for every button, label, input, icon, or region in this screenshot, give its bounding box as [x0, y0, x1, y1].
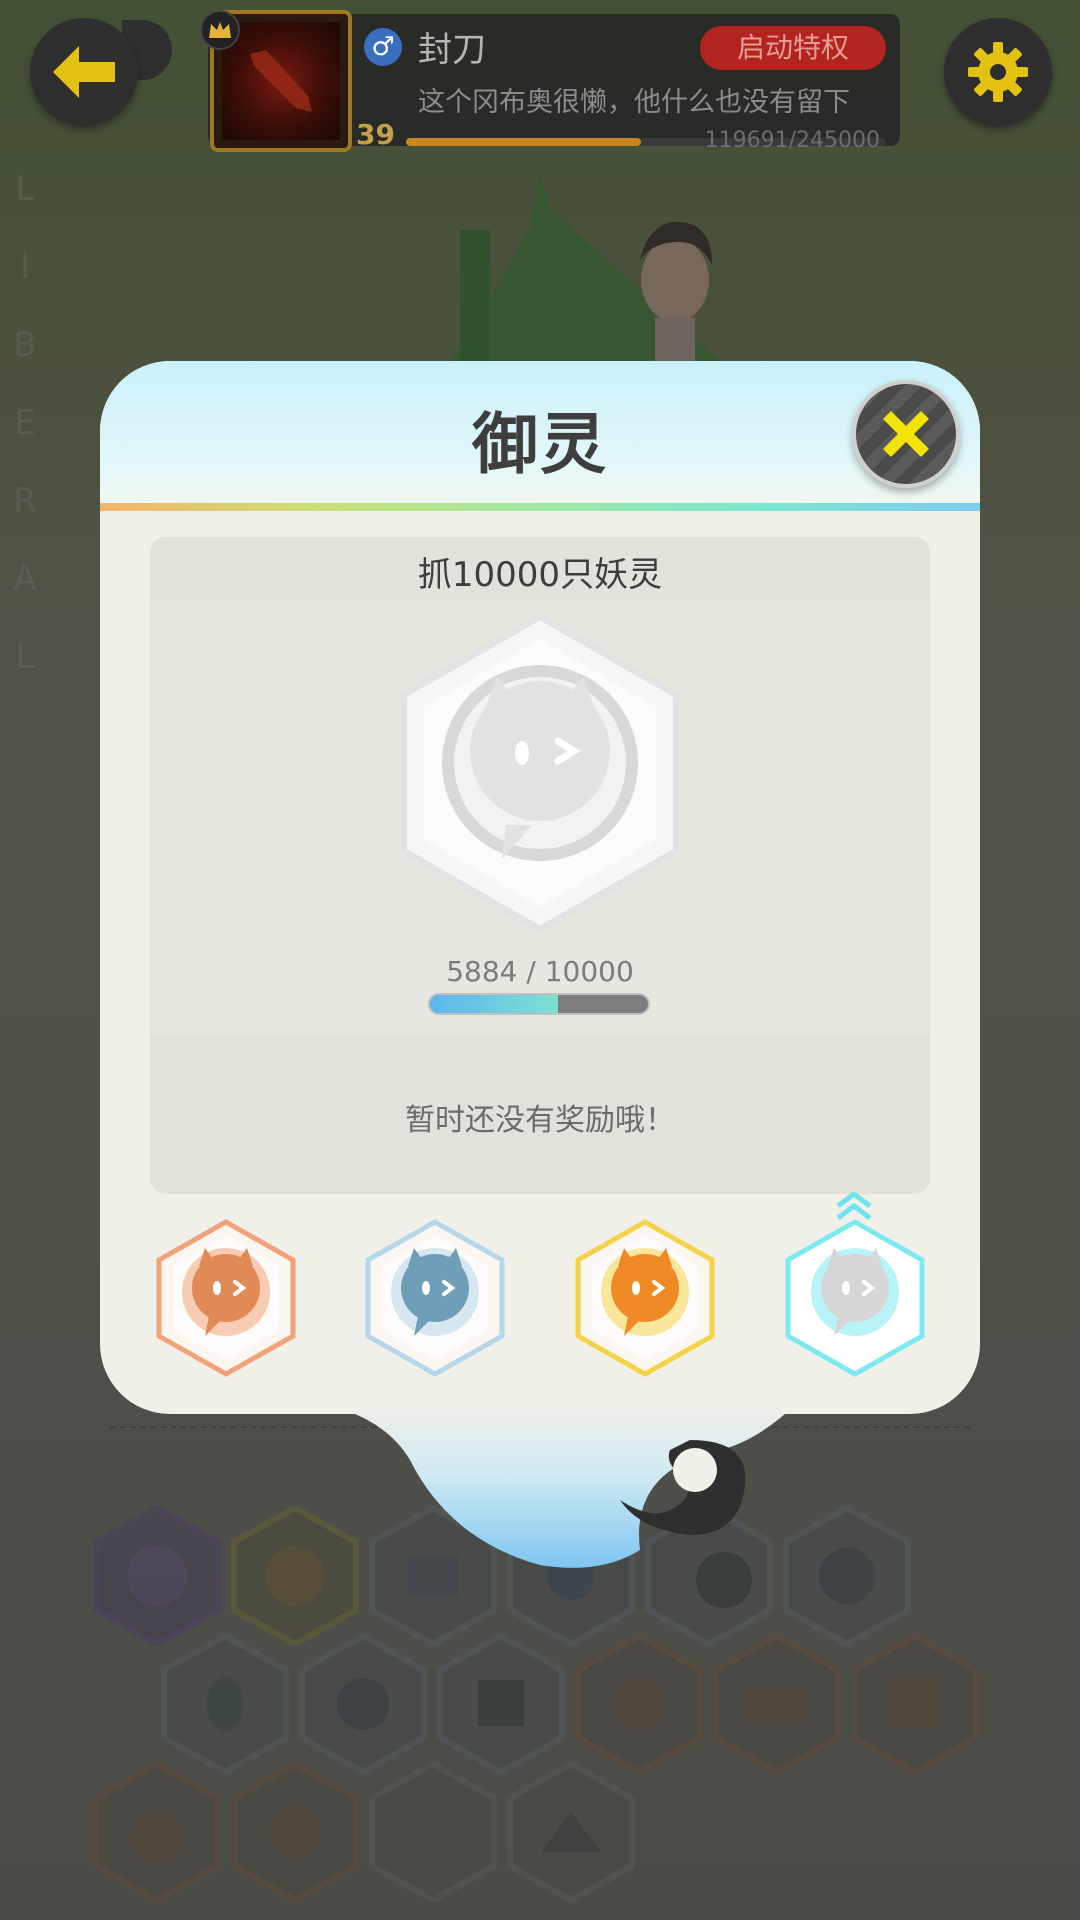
- reward-section: 暂时还没有奖励哦！: [150, 1035, 930, 1194]
- back-button[interactable]: [30, 18, 138, 126]
- achievement-progress-bar: [428, 993, 650, 1015]
- tier-silver-medal[interactable]: [364, 1218, 506, 1378]
- settings-button[interactable]: [944, 18, 1052, 126]
- tier-platinum-medal[interactable]: [784, 1218, 926, 1378]
- achievement-card: 抓10000只妖灵 5884 / 10000 暂时还没有奖励哦！: [150, 537, 930, 1194]
- modal-title: 御灵: [472, 406, 608, 483]
- close-icon: [883, 411, 929, 457]
- profile-bio: 这个冈布奥很懒，他什么也没有留下: [418, 87, 850, 118]
- achievement-title: 抓10000只妖灵: [417, 555, 663, 595]
- achievement-progress-text: 5884 / 10000: [446, 955, 634, 988]
- username: 封刀: [418, 30, 486, 70]
- vip-privilege-button[interactable]: 启动特权: [700, 26, 886, 70]
- achievement-medal-icon: [401, 613, 679, 933]
- modal-swirl-tail: [300, 1400, 800, 1568]
- no-reward-text: 暂时还没有奖励哦！: [405, 1103, 675, 1138]
- crown-icon: [200, 10, 240, 50]
- dota-logo-icon: [250, 50, 312, 112]
- tier-gold-medal[interactable]: [574, 1218, 716, 1378]
- gear-icon: [968, 42, 1028, 102]
- back-arrow-icon: [53, 46, 115, 98]
- xp-text: 119691/245000: [704, 128, 880, 153]
- gender-male-icon: ♂: [364, 28, 402, 66]
- tier-bronze-medal[interactable]: [155, 1218, 297, 1378]
- modal-header-rule: [100, 503, 980, 511]
- level-badge: 39: [356, 118, 395, 151]
- close-button[interactable]: [852, 380, 960, 488]
